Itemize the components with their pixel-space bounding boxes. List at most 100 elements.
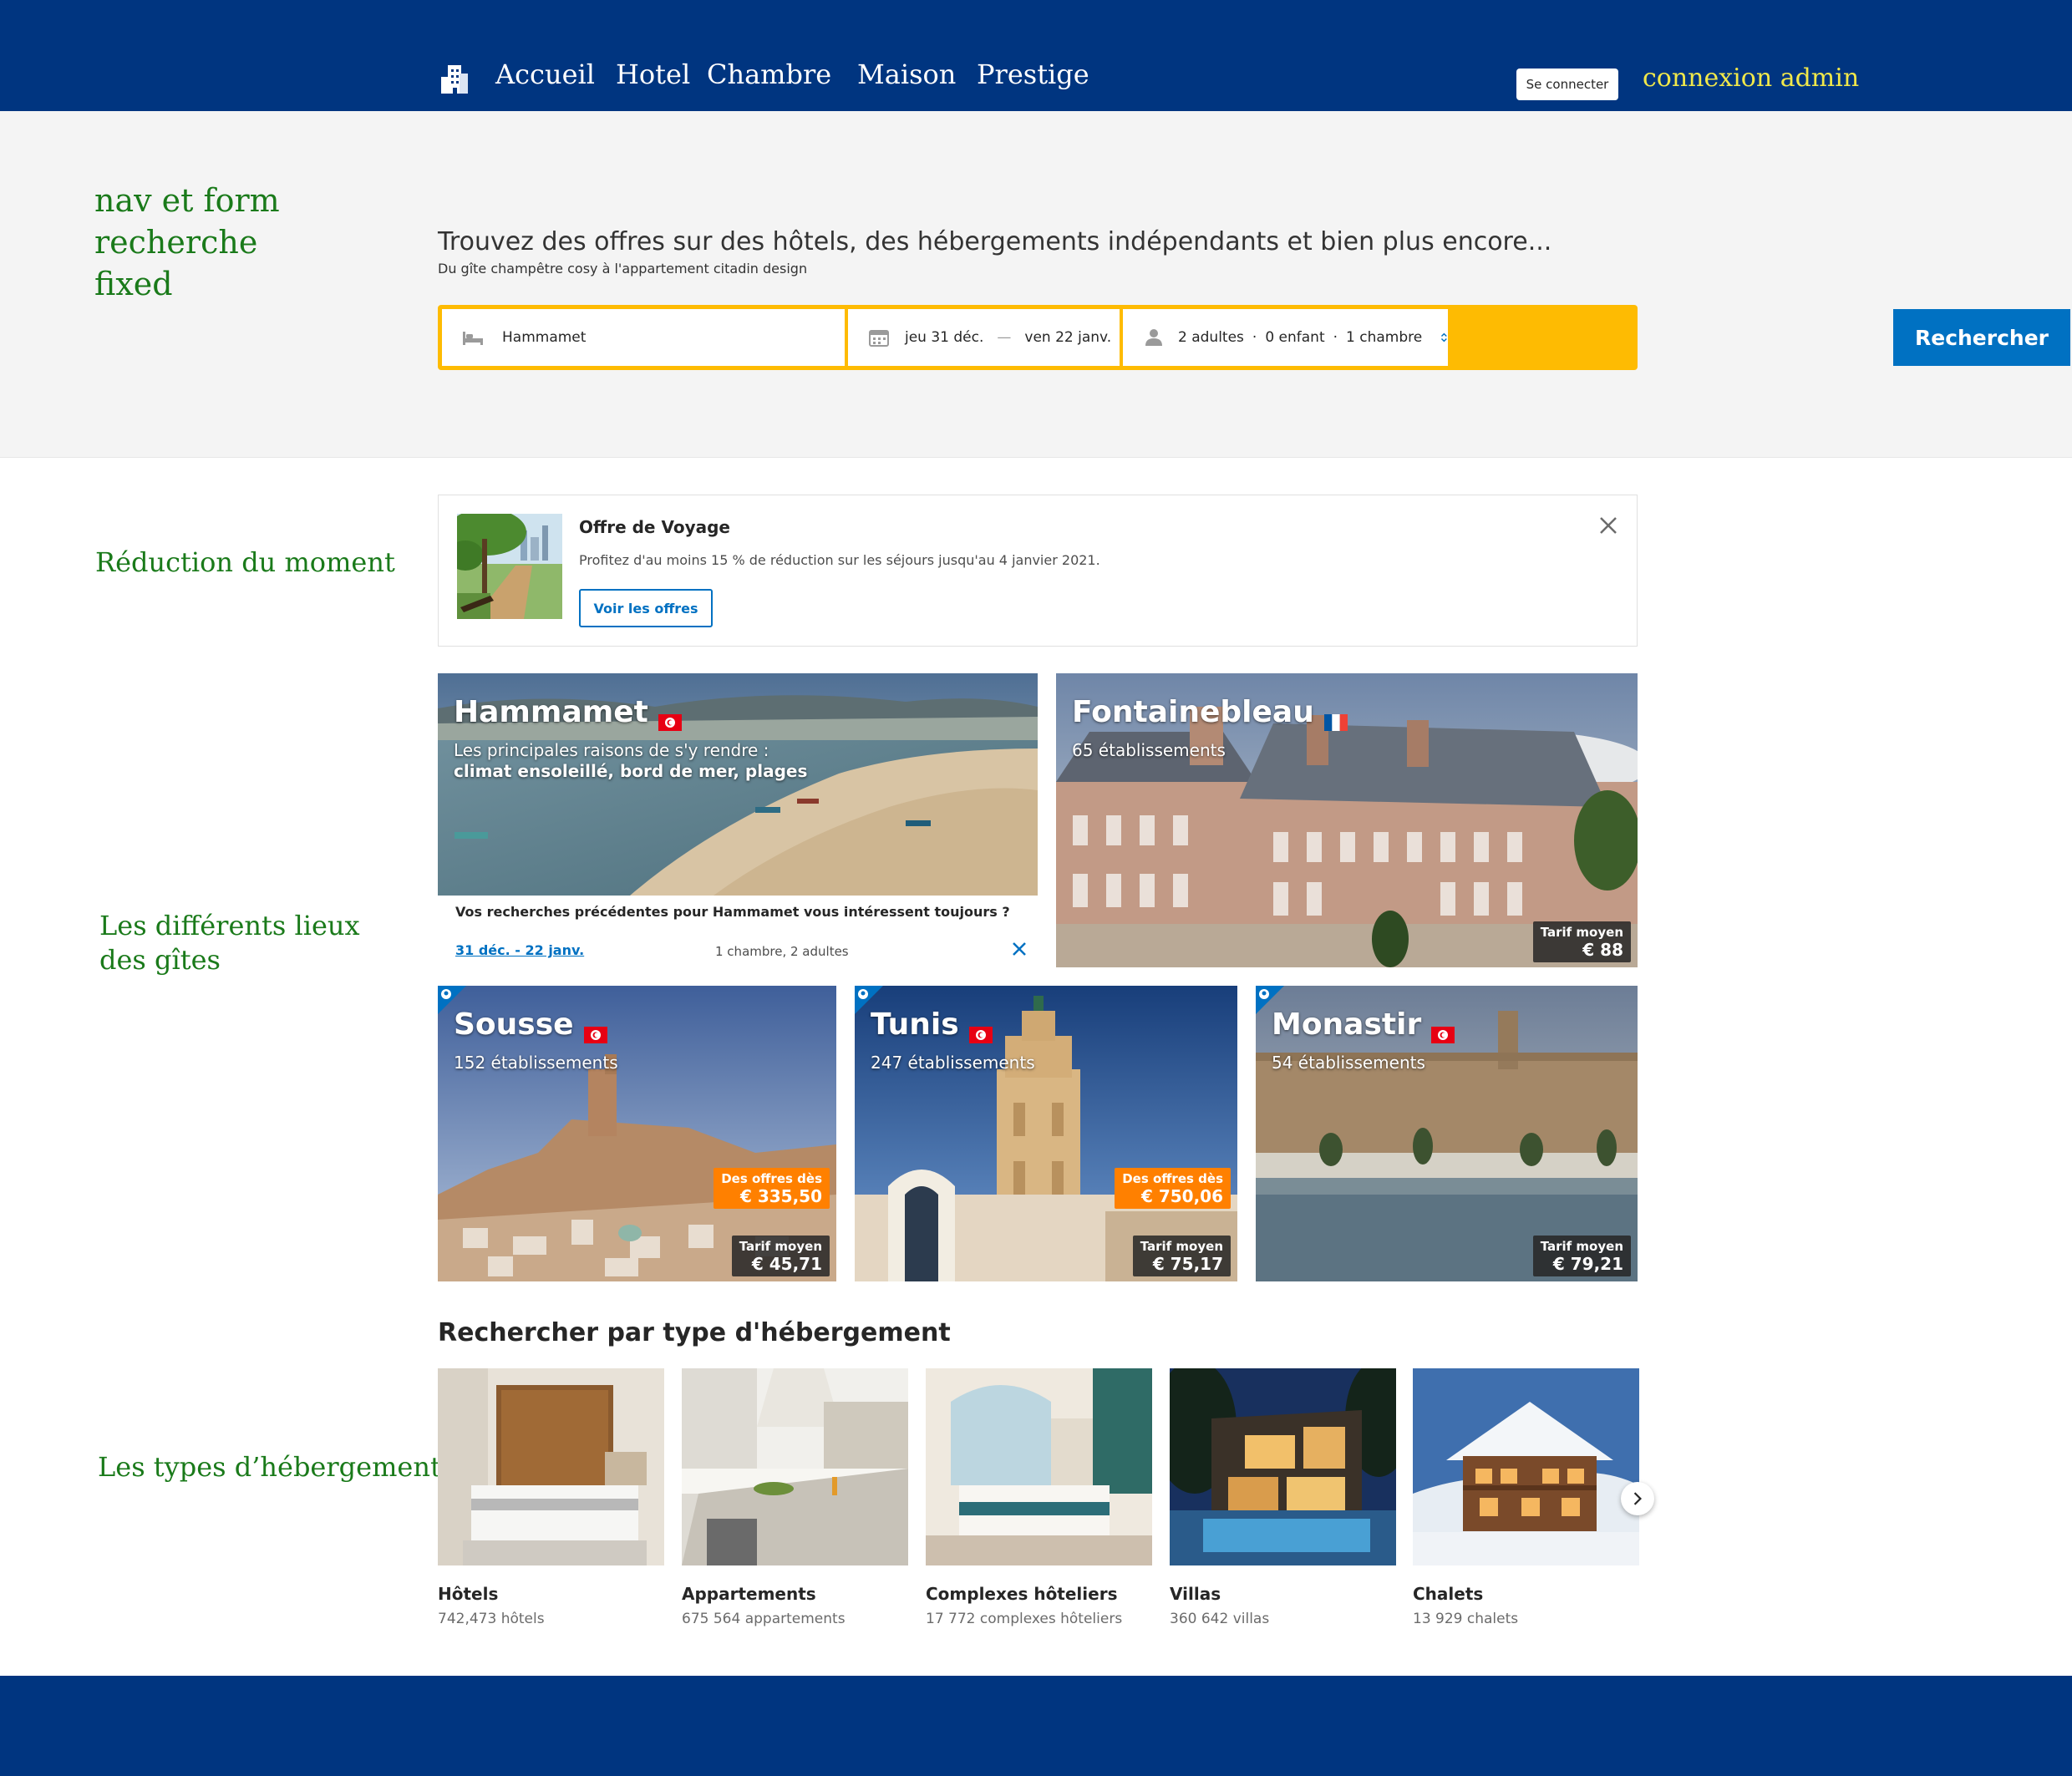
bed-icon [463,332,483,345]
annotation-promo: Réduction du moment [95,546,395,578]
destination-name: Tunis [871,1007,959,1042]
offer-price-label: Des offres dès [721,1171,822,1186]
chalet-snow-image [1413,1368,1639,1565]
average-price-badge: Tarif moyen € 75,17 [1132,1236,1231,1276]
property-type-count: 17 772 complexes hôteliers [926,1611,1123,1627]
property-types-title: Rechercher par type d'hébergement [438,1318,951,1347]
dot-separator: · [1252,329,1257,346]
destination-title: Sousse [454,1007,607,1043]
tunisia-flag-icon [658,704,682,731]
destination-title: Hammamet [454,695,682,731]
nav-accueil[interactable]: Accueil [495,58,595,90]
nav-hotel[interactable]: Hotel [616,58,690,90]
carousel-next-button[interactable] [1621,1482,1654,1515]
destination-title: Tunis [871,1007,993,1043]
top-navbar: Accueil Hotel Chambre Maison Prestige Se… [0,0,2072,111]
property-type-resorts[interactable]: Complexes hôteliers 17 772 complexes hôt… [926,1368,1152,1627]
date-range-field[interactable]: jeu 31 déc. — ven 22 janv. [848,309,1120,366]
destination-count: 65 établissements [1072,740,1226,760]
recent-search-box: Vos recherches précédentes pour Hammamet… [438,896,1038,967]
average-price-value: € 45,71 [751,1254,822,1274]
property-type-chalets[interactable]: Chalets 13 929 chalets [1413,1368,1639,1627]
recent-search-question: Vos recherches précédentes pour Hammamet… [455,904,1010,920]
average-price-badge: Tarif moyen € 88 [1532,921,1631,962]
offer-price-badge: Des offres dès € 335,50 [714,1168,830,1209]
annotation-types: Les types d’hébergement [98,1451,441,1483]
destination-field[interactable]: Hammamet [442,309,845,366]
building-logo-icon[interactable] [439,62,470,95]
chevron-right-icon [1633,1492,1643,1505]
property-type-name: Appartements [682,1584,816,1604]
recent-search-dates-link[interactable]: 31 déc. - 22 janv. [455,942,584,958]
destination-name: Fontainebleau [1072,695,1314,729]
close-icon[interactable] [1597,514,1620,537]
hero-title: Trouvez des offres sur des hôtels, des h… [438,227,1552,256]
property-type-count: 13 929 chalets [1413,1611,1519,1627]
nav-chambre[interactable]: Chambre [707,58,831,90]
destination-name: Sousse [454,1007,574,1042]
average-price-label: Tarif moyen [739,1239,822,1254]
recent-search-guests: 1 chambre, 2 adultes [715,944,849,959]
average-price-badge: Tarif moyen € 45,71 [731,1236,830,1276]
tunisia-flag-icon [583,1017,607,1043]
annotation-places-line2: des gîtes [99,944,221,976]
average-price-label: Tarif moyen [1540,925,1623,940]
search-button[interactable]: Rechercher [1893,309,2070,366]
average-price-label: Tarif moyen [1140,1239,1223,1254]
reasons-line2: climat ensoleillé, bord de mer, plages [454,761,808,781]
nav-maison[interactable]: Maison [857,58,956,90]
average-price-value: € 88 [1582,940,1623,960]
destination-value: Hammamet [502,329,587,346]
destination-count: 54 établissements [1272,1053,1425,1073]
property-type-hotels[interactable]: Hôtels 742,473 hôtels [438,1368,664,1627]
destination-name: Hammamet [454,695,648,729]
adults-value: 2 adultes [1178,329,1244,346]
destination-count: 152 établissements [454,1053,618,1073]
property-type-count: 742,473 hôtels [438,1611,545,1627]
close-icon[interactable] [1011,941,1028,957]
destination-count: 247 établissements [871,1053,1035,1073]
guests-field[interactable]: 2 adultes · 0 enfant · 1 chambre [1123,309,1448,366]
see-offers-button[interactable]: Voir les offres [579,589,713,627]
destination-card-monastir[interactable]: Monastir 54 établissements Tarif moyen €… [1256,986,1638,1281]
admin-login-link[interactable]: connexion admin [1643,63,1859,93]
destination-name: Monastir [1272,1007,1422,1042]
average-price-label: Tarif moyen [1540,1239,1623,1254]
calendar-icon [869,330,889,347]
destination-card-fontainebleau[interactable]: Fontainebleau 65 établissements Tarif mo… [1056,673,1638,967]
property-type-name: Chalets [1413,1584,1484,1604]
checkin-value: jeu 31 déc. [905,329,984,346]
promo-title: Offre de Voyage [579,517,730,537]
promo-banner: Offre de Voyage Profitez d'au moins 15 %… [438,495,1638,647]
destination-card-tunis[interactable]: Tunis 247 établissements Des offres dès … [855,986,1237,1281]
tunisia-flag-icon [1431,1017,1455,1043]
search-form: Hammamet jeu 31 déc. — ven 22 janv. 2 ad… [438,305,2070,370]
chevron-updown-icon [1441,332,1448,343]
promo-park-image [457,514,562,619]
average-price-value: € 75,17 [1152,1254,1223,1274]
rooms-value: 1 chambre [1346,329,1423,346]
destination-reasons: Les principales raisons de s'y rendre : … [454,740,807,782]
person-icon [1145,329,1162,346]
property-type-villas[interactable]: Villas 360 642 villas [1170,1368,1396,1627]
property-type-count: 675 564 appartements [682,1611,846,1627]
annotation-nav-line3: fixed [94,266,173,302]
destination-card-sousse[interactable]: Sousse 152 établissements Des offres dès… [438,986,836,1281]
nav-prestige[interactable]: Prestige [977,58,1089,90]
property-type-name: Complexes hôteliers [926,1584,1118,1604]
property-type-count: 360 642 villas [1170,1611,1270,1627]
login-button[interactable]: Se connecter [1516,69,1618,100]
tunisia-flag-icon [968,1017,993,1043]
destination-card-hammamet[interactable]: Hammamet Les principales raisons de s'y … [438,673,1038,896]
property-type-name: Villas [1170,1584,1221,1604]
property-type-apartments[interactable]: Appartements 675 564 appartements [682,1368,908,1627]
average-price-value: € 79,21 [1552,1254,1623,1274]
checkout-value: ven 22 janv. [1024,329,1112,346]
promo-text: Profitez d'au moins 15 % de réduction su… [579,552,1100,568]
dot-separator: · [1333,329,1338,346]
property-type-name: Hôtels [438,1584,499,1604]
hero-subtitle: Du gîte champêtre cosy à l'appartement c… [438,261,808,277]
offer-price-value: € 750,06 [1140,1186,1223,1206]
annotation-places-line1: Les différents lieux [99,910,360,941]
destination-title: Fontainebleau [1072,695,1348,731]
